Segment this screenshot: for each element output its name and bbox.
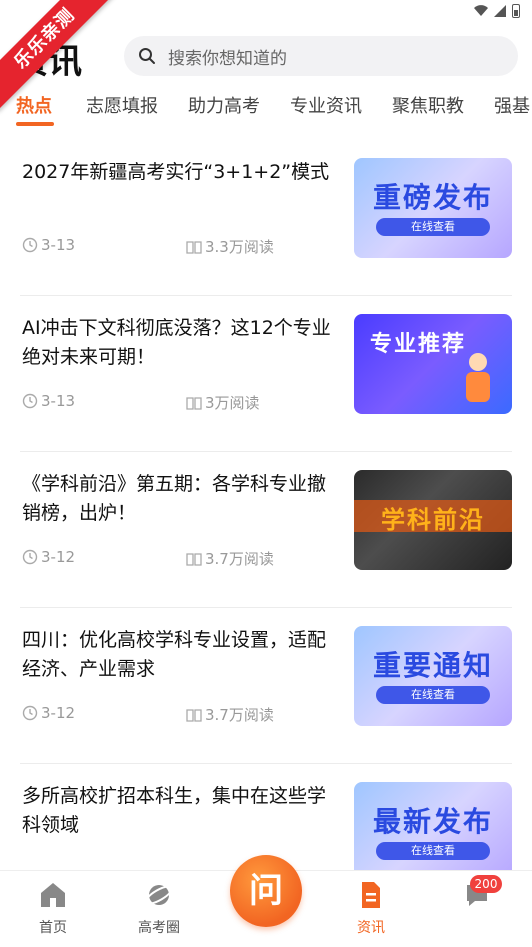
views-text: 3.7万阅读 [205,706,274,724]
ribbon-label: 乐乐亲测 [0,0,118,112]
date-text: 3-13 [41,236,76,254]
article-title: 2027年新疆高考实行“3+1+2”模式 [22,161,330,183]
battery-icon [512,4,520,18]
tab-vocational[interactable]: 聚焦职教 [392,92,464,118]
thumb-title: 重磅发布 [372,181,493,214]
article-views: 3.7万阅读 [186,548,274,569]
article-item[interactable]: 四川：优化高校学科专业设置，适配经济、产业需求 3-12 3.7万阅读 重要通知… [20,608,512,764]
corner-ribbon: 乐乐亲测 [0,0,130,130]
article-thumbnail: 专业推荐 [354,314,512,414]
search-placeholder: 搜索你想知道的 [168,48,287,69]
nav-news-label: 资讯 [357,920,385,936]
article-thumbnail: 重磅发布 在线查看 [354,158,512,258]
article-views: 3万阅读 [186,392,260,413]
article-date: 3-13 [22,392,75,410]
thumb-title: 学科前沿 [381,506,485,534]
views-text: 3.7万阅读 [205,550,274,568]
article-item[interactable]: 《学科前沿》第五期：各学科专业撤销榜，出炉！ 3-12 3.7万阅读 学科前沿 [20,452,512,608]
search-bar[interactable]: 搜索你想知道的 [124,36,518,76]
date-text: 3-12 [41,548,76,566]
article-title: 四川：优化高校学科专业设置，适配经济、产业需求 [22,629,327,680]
clock-icon [22,393,38,409]
thumb-title: 重要通知 [372,649,493,682]
article-item[interactable]: AI冲击下文科彻底没落？这12个专业绝对未来可期！ 3-13 3万阅读 专业推荐 [20,296,512,452]
clock-icon [22,705,38,721]
nav-home-label: 首页 [39,920,67,936]
article-thumbnail: 重要通知 在线查看 [354,626,512,726]
article-date: 3-12 [22,548,75,566]
article-title: 多所高校扩招本科生，集中在这些学科领域 [22,785,327,836]
thumb-title: 最新发布 [372,805,493,838]
home-icon [41,883,65,907]
views-text: 3万阅读 [205,394,260,412]
search-icon [139,48,155,64]
wifi-icon [474,5,488,17]
nav-circle[interactable]: 高考圈 [124,879,194,937]
tab-major-news[interactable]: 专业资讯 [290,92,362,118]
planet-icon [144,885,174,905]
clock-icon [22,549,38,565]
tab-qiangji[interactable]: 强基 [494,92,530,118]
article-item[interactable]: 2027年新疆高考实行“3+1+2”模式 3-13 3.3万阅读 重磅发布 在线… [20,140,512,296]
book-icon [186,396,202,410]
signal-icon [494,5,506,17]
thumb-pill: 在线查看 [376,842,490,860]
article-views: 3.7万阅读 [186,704,274,725]
article-thumbnail: 学科前沿 [354,470,512,570]
thumb-pill: 在线查看 [376,218,490,236]
views-text: 3.3万阅读 [205,238,274,256]
nav-home[interactable]: 首页 [18,879,88,937]
book-icon [186,708,202,722]
nav-circle-label: 高考圈 [138,920,180,936]
article-title: 《学科前沿》第五期：各学科专业撤销榜，出炉！ [22,473,327,524]
notification-badge: 200 [470,875,502,893]
book-icon [186,240,202,254]
article-thumbnail: 最新发布 在线查看 [354,782,512,882]
person-illustration-icon [466,353,490,402]
document-icon [362,882,380,908]
nav-news[interactable]: 资讯 [336,879,406,937]
thumb-pill: 在线查看 [376,686,490,704]
bottom-nav: 首页 高考圈 问 资讯 200 [0,855,532,947]
article-views: 3.3万阅读 [186,236,274,257]
date-text: 3-13 [41,392,76,410]
article-date: 3-13 [22,236,75,254]
article-date: 3-12 [22,704,75,722]
book-icon [186,552,202,566]
ask-button[interactable]: 问 [230,855,302,927]
article-title: AI冲击下文科彻底没落？这12个专业绝对未来可期！ [22,317,331,368]
tab-gaokao-help[interactable]: 助力高考 [188,92,260,118]
clock-icon [22,237,38,253]
date-text: 3-12 [41,704,76,722]
